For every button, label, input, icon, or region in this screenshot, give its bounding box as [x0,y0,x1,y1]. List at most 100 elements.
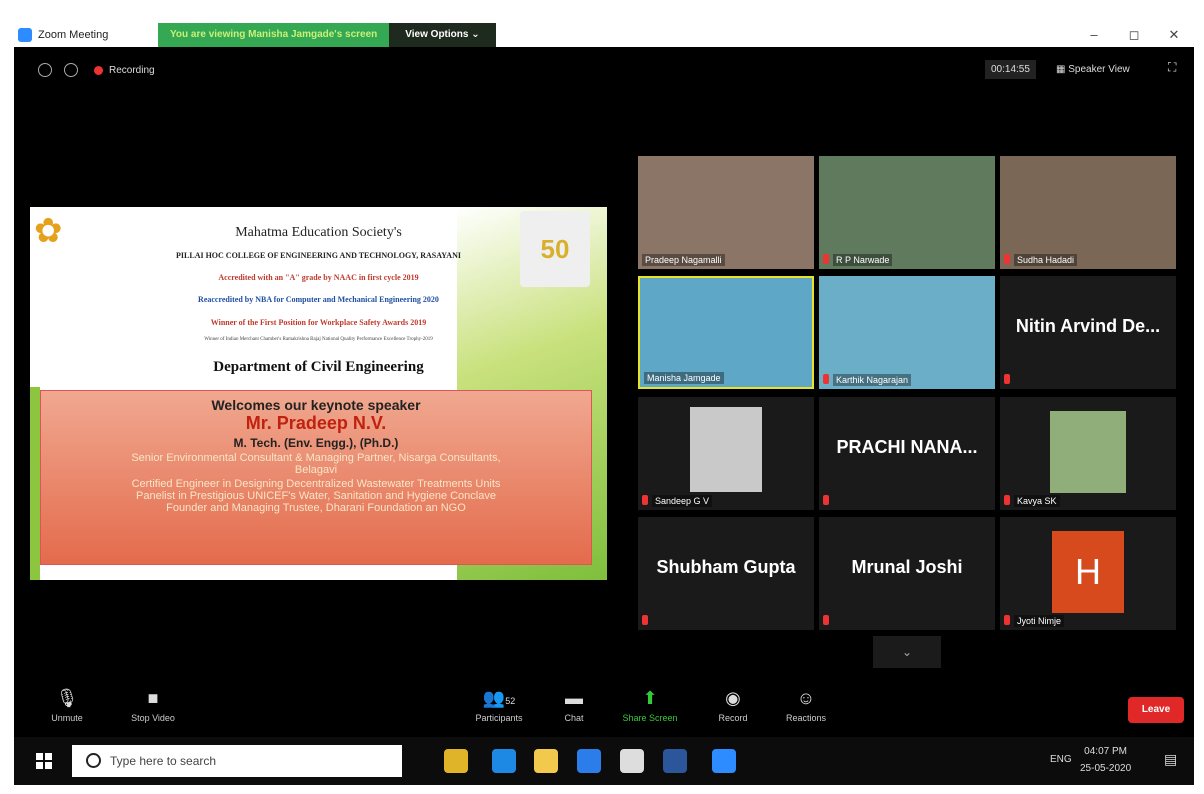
reactions-label: Reactions [785,713,827,723]
participant-tile[interactable]: Sudha Hadadi [1000,156,1176,269]
participant-tile[interactable]: Pradeep Nagamalli [638,156,814,269]
shield-icon[interactable] [64,63,78,77]
title-bar: Zoom Meeting You are viewing Manisha Jam… [14,23,1194,47]
participant-tile-active[interactable]: Manisha Jamgade [638,276,814,389]
store-icon[interactable] [620,749,644,773]
edge-icon[interactable] [492,749,516,773]
taskbar-clock[interactable]: 04:07 PM 25-05-2020 [1080,743,1131,777]
muted-mic-icon [1004,254,1010,264]
recording-label: Recording [109,64,155,76]
meeting-timer: 00:14:55 [985,60,1036,79]
close-button[interactable]: ✕ [1154,23,1194,47]
recording-icon [94,65,103,75]
clock-date: 25-05-2020 [1080,763,1132,774]
slide-green-bar [30,387,40,580]
society-name: Mahatma Education Society's [235,225,402,240]
search-placeholder: Type here to search [110,754,217,768]
mail-icon[interactable] [577,749,601,773]
chrome-icon[interactable] [444,749,468,773]
share-screen-label: Share Screen [622,713,678,723]
speaker-role-2: Belagavi [294,464,338,476]
window-title: Zoom Meeting [38,29,109,41]
participant-tile[interactable]: H Jyoti Nimje [1000,517,1176,630]
chat-button[interactable]: ▬ Chat [554,688,594,723]
participant-name-large: Shubham Gupta [656,557,796,577]
view-options-button[interactable]: View Options ⌄ [389,23,496,47]
muted-mic-icon [642,615,648,625]
chat-label: Chat [564,713,584,723]
participants-button[interactable]: 👥52 Participants [464,688,534,723]
minimize-button[interactable]: – [1074,23,1114,47]
unmute-button[interactable]: 🎙 Unmute [42,688,92,723]
participant-name: Pradeep Nagamalli [642,254,725,266]
record-icon: ◉ [725,688,741,708]
zoom-taskbar-icon[interactable] [712,749,736,773]
muted-mic-icon [823,374,829,384]
clock-time: 04:07 PM [1084,746,1127,757]
participant-tile[interactable]: Kavya SK [1000,397,1176,510]
reactions-icon: ☺ [796,688,816,708]
participants-icon: 👥52 [482,688,516,708]
cortana-icon [86,753,101,768]
muted-mic-icon: 🎙 [55,688,79,708]
participants-label: Participants [475,713,523,723]
participant-name: R P Narwade [833,254,893,266]
participant-tile[interactable]: Mrunal Joshi [819,517,995,630]
shared-screen-slide: ✿ 50 Mahatma Education Society's PILLAI … [30,207,607,580]
participant-name-large: Nitin Arvind De... [1015,316,1161,336]
speaker-view-label: Speaker View [1068,64,1130,75]
windows-start-icon[interactable] [36,753,52,769]
muted-mic-icon [1004,374,1010,384]
speaker-role-1: Senior Environmental Consultant & Managi… [131,452,501,464]
leave-button[interactable]: Leave [1128,697,1184,723]
participant-name: Manisha Jamgade [644,372,724,384]
stop-video-label: Stop Video [131,713,175,723]
speaker-role-5: Founder and Managing Trustee, Dharani Fo… [166,502,466,514]
participant-tile[interactable]: Shubham Gupta [638,517,814,630]
record-label: Record [718,713,748,723]
participant-name-large: Mrunal Joshi [851,557,963,577]
muted-mic-icon [1004,615,1010,625]
share-screen-button[interactable]: ⬆ Share Screen [617,688,683,723]
participant-photo [1050,411,1126,493]
muted-mic-icon [823,495,829,505]
participant-name: Kavya SK [1014,495,1060,507]
participant-tile[interactable]: Karthik Nagarajan [819,276,995,389]
record-button[interactable]: ◉ Record [710,688,756,723]
chat-icon: ▬ [565,688,583,708]
department-title: Department of Civil Engineering [213,359,424,375]
participants-count: 52 [505,696,516,706]
participant-photo [690,407,762,492]
safety-award: Winner of the First Position for Workpla… [210,318,427,327]
notification-icon[interactable]: ▤ [1164,751,1177,768]
speaker-name: Mr. Pradeep N.V. [245,413,387,433]
taskbar-search-box[interactable]: Type here to search [72,745,402,777]
unmute-label: Unmute [51,713,83,723]
word-icon[interactable] [663,749,687,773]
participant-name: Jyoti Nimje [1014,615,1065,627]
reactions-button[interactable]: ☺ Reactions [776,688,836,723]
maximize-button[interactable]: ◻ [1114,23,1154,47]
stop-video-button[interactable]: ■ Stop Video [118,688,188,723]
language-indicator[interactable]: ENG [1050,754,1072,765]
file-explorer-icon[interactable] [534,749,558,773]
participant-avatar: H [1052,531,1124,613]
participant-name: Karthik Nagarajan [833,374,912,386]
speaker-role-3: Certified Engineer in Designing Decentra… [131,478,501,490]
chevron-down-icon[interactable]: ⌄ [873,636,941,668]
speaker-view-button[interactable]: ▦ Speaker View [1050,60,1136,79]
zoom-app-icon [18,28,32,42]
info-icon[interactable] [38,63,52,77]
muted-mic-icon [1004,495,1010,505]
participant-tile[interactable]: Nitin Arvind De... [1000,276,1176,389]
viewing-screen-banner: You are viewing Manisha Jamgade's screen [158,23,390,47]
speaker-degree: M. Tech. (Env. Engg.), (Ph.D.) [233,436,399,450]
meeting-toolbar: 🎙 Unmute ■ Stop Video 👥52 Participants ▬… [14,680,1194,736]
participant-tile[interactable]: R P Narwade [819,156,995,269]
fullscreen-icon[interactable]: ⛶ [1168,60,1176,75]
participant-tile[interactable]: PRACHI NANA... [819,397,995,510]
keynote-box: Welcomes our keynote speaker Mr. Pradeep… [40,390,592,565]
participant-tile[interactable]: Sandeep G V [638,397,814,510]
naac-accreditation: Accredited with an "A" grade by NAAC in … [218,273,419,282]
college-name: PILLAI HOC COLLEGE OF ENGINEERING AND TE… [176,251,461,260]
